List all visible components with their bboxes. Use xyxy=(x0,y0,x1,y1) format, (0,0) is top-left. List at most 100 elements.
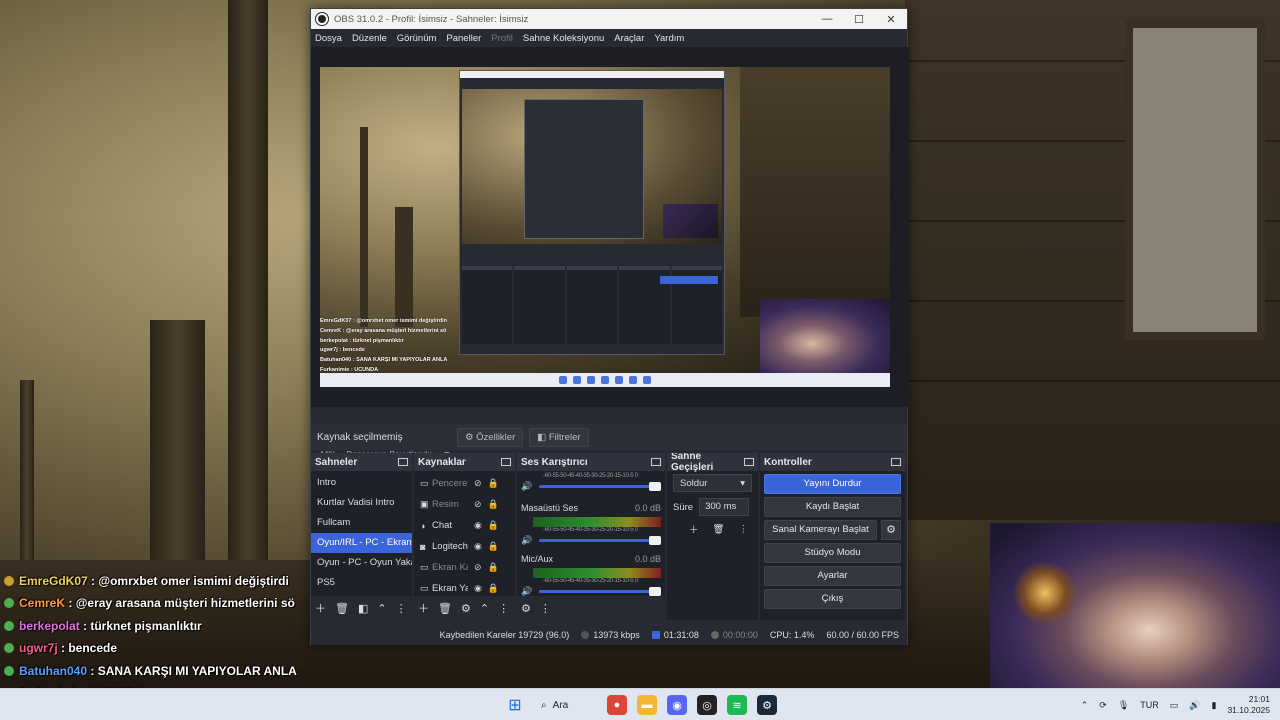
preview-area: EmreGdK07 : @omrxbet omer ismimi değişti… xyxy=(311,47,909,459)
menu-item[interactable]: Düzenle xyxy=(352,33,387,44)
minimize-icon[interactable]: — xyxy=(811,13,843,25)
popout-icon[interactable] xyxy=(891,458,901,466)
duration-input[interactable]: 300 ms xyxy=(699,498,750,516)
steam-icon[interactable]: ⚙ xyxy=(757,695,777,715)
source-item[interactable]: ▭ Ekran Ka ⊘ 🔒 xyxy=(414,557,515,578)
lock-icon[interactable]: 🔒 xyxy=(488,541,499,552)
source-item[interactable]: ▭ Pencere ⊘ 🔒 xyxy=(414,473,515,494)
scene-item[interactable]: Oyun - PC - Oyun Yakal xyxy=(311,553,412,573)
virtual-cam-button[interactable]: Sanal Kamerayı Başlat xyxy=(764,520,877,540)
menu-item[interactable]: Yardım xyxy=(654,33,684,44)
chevron-down-icon: ▾ xyxy=(740,477,745,489)
close-icon[interactable]: ✕ xyxy=(875,13,907,26)
scene-item[interactable]: Oyun/IRL - PC - Ekran Y xyxy=(311,533,412,553)
filter-icon[interactable]: ◧ xyxy=(358,602,368,615)
trash-icon[interactable]: 🗑 xyxy=(335,602,349,615)
slider-knob[interactable] xyxy=(649,482,661,491)
add-icon[interactable]: ＋ xyxy=(689,522,699,536)
chevron-up-icon[interactable]: ⌃ xyxy=(480,602,489,615)
more-icon[interactable]: ⋮ xyxy=(498,602,509,615)
lock-icon[interactable]: 🔒 xyxy=(488,583,499,594)
chrome-icon[interactable]: ● xyxy=(607,695,627,715)
menu-item[interactable]: Görünüm xyxy=(397,33,437,44)
clock[interactable]: 21:01 31.10.2025 xyxy=(1227,694,1270,716)
menu-item[interactable]: Sahne Koleksiyonu xyxy=(523,33,604,44)
start-record-button[interactable]: Kaydı Başlat xyxy=(764,497,901,517)
source-item[interactable]: ◑ Chat ◉ 🔒 xyxy=(414,515,515,536)
lock-icon[interactable]: 🔒 xyxy=(488,562,499,573)
slider-knob[interactable] xyxy=(649,587,661,596)
discord-icon[interactable]: ◉ xyxy=(667,695,687,715)
maximize-icon[interactable]: ☐ xyxy=(843,13,875,26)
gear-icon[interactable]: ⚙ xyxy=(461,602,471,615)
lock-icon[interactable]: 🔒 xyxy=(488,520,499,531)
source-item[interactable]: ◙ Logitech ◉ 🔒 xyxy=(414,536,515,557)
stop-stream-button[interactable]: Yayını Durdur xyxy=(764,474,901,494)
eye-icon[interactable]: ◉ xyxy=(474,583,482,594)
preview-canvas[interactable]: EmreGdK07 : @omrxbet omer ismimi değişti… xyxy=(320,67,890,387)
channel-db: 0.0 dB xyxy=(634,554,661,564)
controls-dock: Kontroller Yayını Durdur Kaydı Başlat Sa… xyxy=(760,453,905,620)
transition-select[interactable]: Soldur ▾ xyxy=(673,474,752,492)
exit-button[interactable]: Çıkış xyxy=(764,589,901,609)
obs-icon[interactable]: ◎ xyxy=(697,695,717,715)
scene-item[interactable]: Intro xyxy=(311,473,412,493)
eye-icon[interactable]: ◉ xyxy=(474,520,482,531)
badge-icon xyxy=(4,598,14,609)
popout-icon[interactable] xyxy=(744,458,754,466)
mic-icon[interactable]: 🎙 xyxy=(1118,700,1129,711)
sync-icon[interactable]: ⟳ xyxy=(1099,700,1107,711)
eye-hidden-icon[interactable]: ⊘ xyxy=(474,499,482,510)
menu-item[interactable]: Dosya xyxy=(315,33,342,44)
battery-icon[interactable]: ▮ xyxy=(1212,700,1217,711)
scene-item[interactable]: PS5 xyxy=(311,573,412,593)
gear-icon[interactable]: ⚙ xyxy=(881,520,901,540)
properties-button[interactable]: ⚙ Özellikler xyxy=(457,427,524,447)
volume-slider[interactable] xyxy=(539,482,661,491)
settings-button[interactable]: Ayarlar xyxy=(764,566,901,586)
scene-item[interactable]: Kurtlar Vadisi Intro xyxy=(311,493,412,513)
lock-icon[interactable]: 🔒 xyxy=(488,499,499,510)
spotify-icon[interactable]: ≋ xyxy=(727,695,747,715)
volume-icon[interactable]: 🔊 xyxy=(1189,700,1200,711)
system-tray: ⌃ ⟳ 🎙 TUR ▭ 🔊 ▮ 21:01 31.10.2025 xyxy=(1081,689,1270,720)
mixer-channel: Masaüstü Ses 0.0 dB -60-55-50-45-40-35-30-… xyxy=(517,501,665,552)
network-icon[interactable]: ▭ xyxy=(1170,700,1179,711)
scene-item[interactable]: Fullcam xyxy=(311,513,412,533)
more-icon[interactable]: ⋮ xyxy=(739,524,749,535)
filters-button[interactable]: ◧ Filtreler xyxy=(529,427,589,447)
volume-slider[interactable] xyxy=(539,587,661,596)
add-icon[interactable]: ＋ xyxy=(418,600,429,616)
volume-slider[interactable] xyxy=(539,536,661,545)
popout-icon[interactable] xyxy=(398,458,408,466)
more-icon[interactable]: ⋮ xyxy=(396,602,407,615)
studio-mode-button[interactable]: Stüdyo Modu xyxy=(764,543,901,563)
trash-icon[interactable]: 🗑 xyxy=(438,602,452,615)
menu-item[interactable]: Araçlar xyxy=(614,33,644,44)
menu-item[interactable]: Paneller xyxy=(446,33,481,44)
chevron-up-icon[interactable]: ⌃ xyxy=(377,602,386,615)
search-box[interactable]: ⌕ Ara xyxy=(535,700,597,711)
trash-icon[interactable]: 🗑 xyxy=(713,524,725,535)
lock-icon[interactable]: 🔒 xyxy=(488,478,499,489)
source-item[interactable]: ▣ Resim ⊘ 🔒 xyxy=(414,494,515,515)
title-bar[interactable]: OBS 31.0.2 - Profil: İsimsiz - Sahneler:… xyxy=(311,9,907,29)
windows-start-icon[interactable]: ⊞ xyxy=(505,695,525,715)
menu-item[interactable]: Profil xyxy=(491,33,513,44)
add-icon[interactable]: ＋ xyxy=(315,600,326,616)
popout-icon[interactable] xyxy=(501,458,511,466)
speaker-icon[interactable]: 🔊 xyxy=(521,481,533,492)
eye-hidden-icon[interactable]: ⊘ xyxy=(474,562,482,573)
speaker-icon[interactable]: 🔊 xyxy=(521,535,533,546)
explorer-icon[interactable]: ▬ xyxy=(637,695,657,715)
eye-hidden-icon[interactable]: ⊘ xyxy=(474,478,482,489)
slider-knob[interactable] xyxy=(649,536,661,545)
eye-icon[interactable]: ◉ xyxy=(474,541,482,552)
obs-window: OBS 31.0.2 - Profil: İsimsiz - Sahneler:… xyxy=(310,8,909,645)
language[interactable]: TUR xyxy=(1140,700,1159,710)
gear-icon[interactable]: ⚙ xyxy=(521,602,531,615)
more-icon[interactable]: ⋮ xyxy=(540,602,551,615)
chevron-up-icon[interactable]: ⌃ xyxy=(1081,700,1089,711)
status-bar: Kaybedilen Kareler 19729 (96.0) 13973 kb… xyxy=(311,625,907,645)
popout-icon[interactable] xyxy=(651,458,661,466)
